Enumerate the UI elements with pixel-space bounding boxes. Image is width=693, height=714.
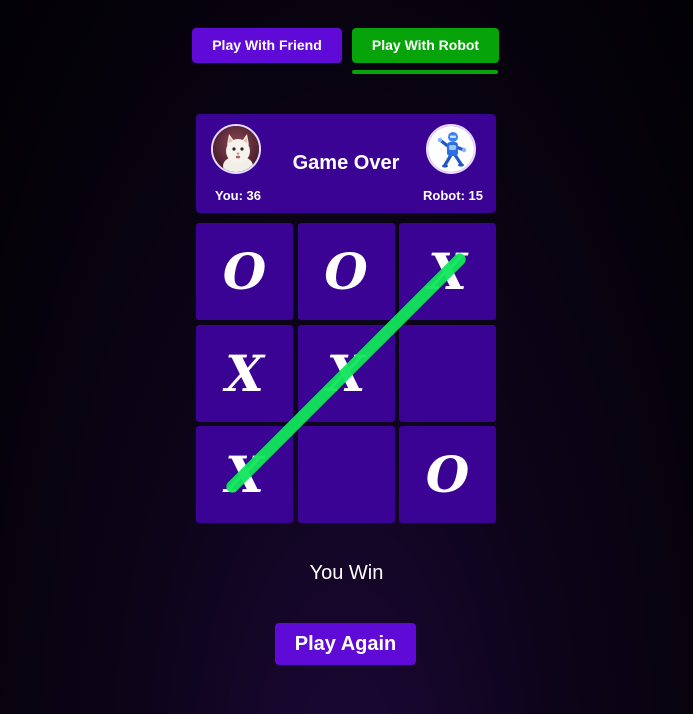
robot-score-value: 15 (468, 188, 483, 203)
active-mode-indicator (352, 70, 498, 74)
play-with-friend-button[interactable]: Play With Friend (192, 28, 342, 63)
board-cell[interactable]: X (196, 426, 293, 523)
play-with-robot-button[interactable]: Play With Robot (352, 28, 499, 63)
board-cell[interactable] (297, 426, 395, 523)
play-again-button[interactable]: Play Again (275, 623, 416, 665)
board-cell[interactable] (399, 324, 496, 422)
robot-score-label: Robot: (423, 188, 465, 203)
result-message: You Win (309, 562, 384, 584)
board-cell[interactable]: X (196, 324, 293, 422)
robot-avatar-icon (426, 124, 476, 174)
player-score: You: 36 (215, 188, 261, 203)
board-cell[interactable]: O (196, 223, 293, 320)
player-score-value: 36 (246, 188, 262, 203)
game-board: O O X X X X O (196, 223, 496, 523)
board-cell[interactable]: O (399, 426, 496, 523)
robot-score: Robot: 15 (423, 188, 483, 203)
player-score-label: You: (215, 188, 243, 203)
board-cell[interactable]: X (399, 223, 496, 320)
board-cell[interactable]: X (297, 324, 395, 422)
board-cell[interactable]: O (297, 223, 395, 320)
scoreboard: Game Over You: 36 Robot: 15 (196, 114, 496, 213)
